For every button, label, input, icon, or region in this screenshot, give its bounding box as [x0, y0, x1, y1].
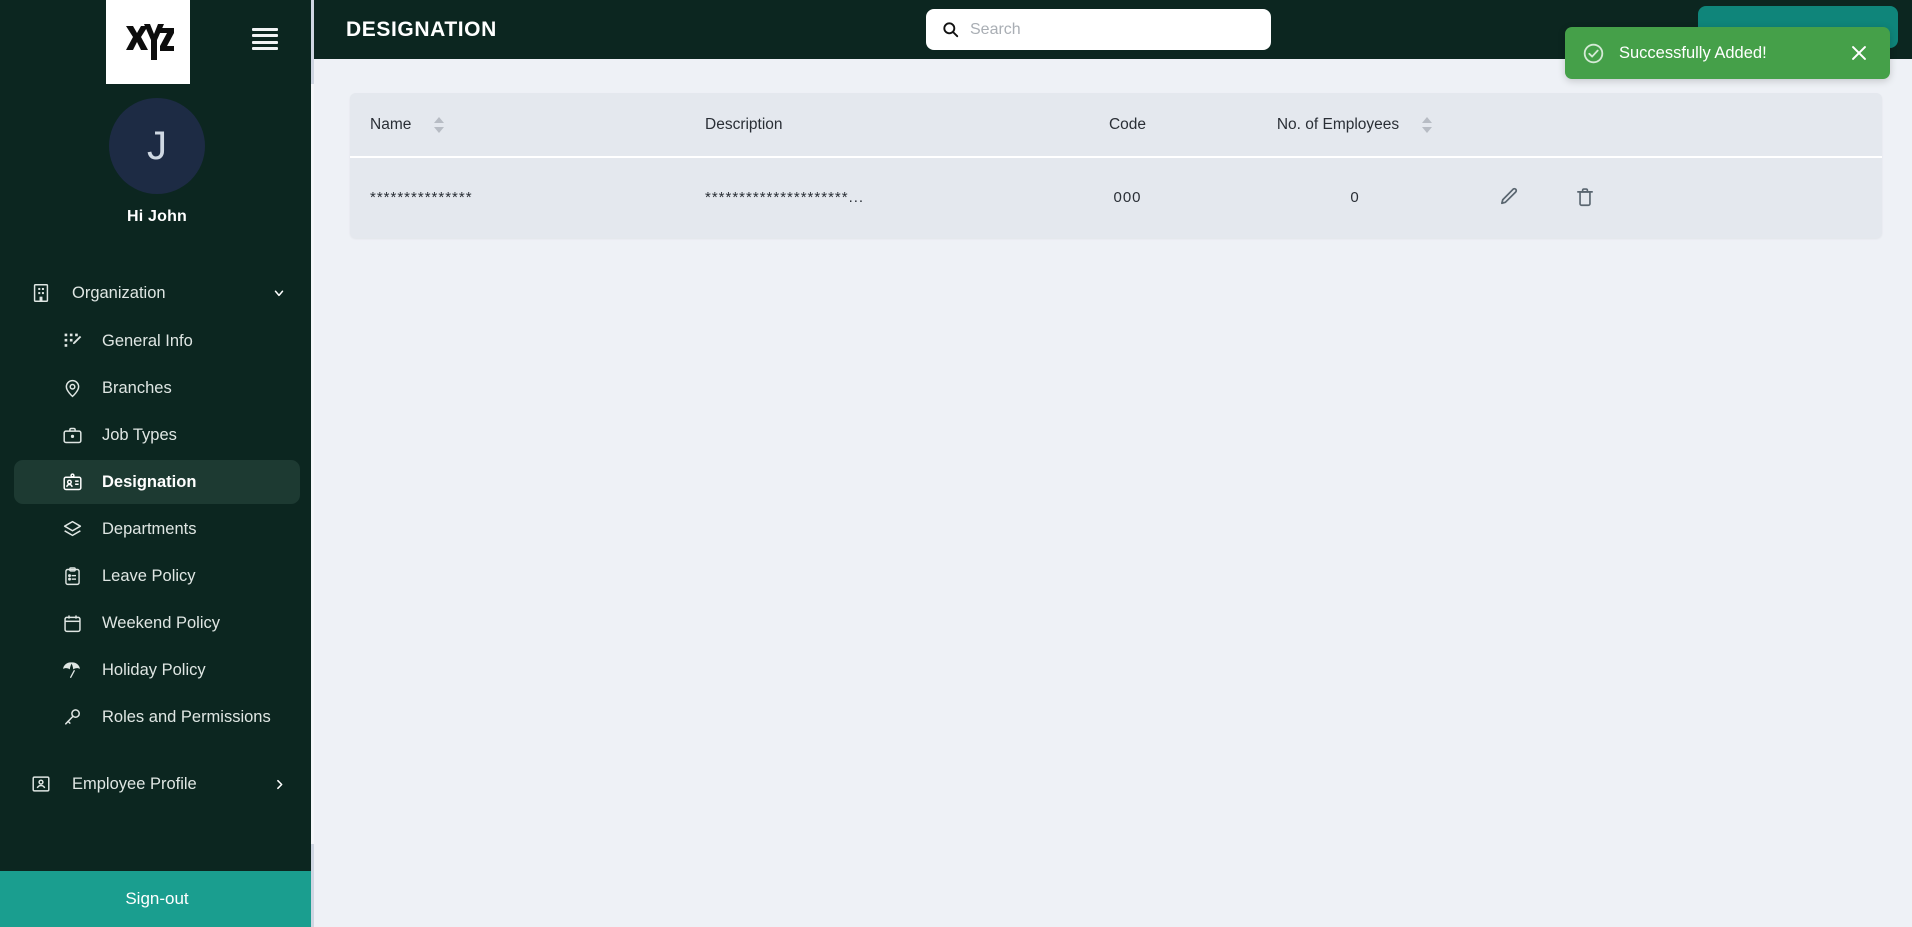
sidebar-item-general-info[interactable]: General Info: [14, 319, 300, 363]
building-icon: [28, 280, 54, 306]
page-title: DESIGNATION: [346, 17, 497, 41]
column-label: Name: [370, 116, 412, 133]
search-input[interactable]: [970, 20, 1257, 39]
delete-row-button[interactable]: [1572, 184, 1598, 210]
sidebar-item-holiday-policy[interactable]: Holiday Policy: [14, 648, 300, 692]
sidebar-item-leave-policy[interactable]: Leave Policy: [14, 554, 300, 598]
xyz-logo-icon: [126, 24, 174, 60]
column-header-employees[interactable]: No. of Employees: [1220, 93, 1490, 157]
sidebar-scroll-area: J Hi John Organization General Info Bran…: [0, 0, 314, 871]
sidebar-group-employee-profile[interactable]: Employee Profile: [0, 761, 314, 807]
sidebar: J Hi John Organization General Info Bran…: [0, 0, 314, 927]
avatar[interactable]: J: [109, 98, 205, 194]
column-header-name[interactable]: Name: [350, 93, 705, 157]
grid-edit-icon: [59, 328, 85, 354]
sidebar-item-label: General Info: [102, 331, 193, 350]
sort-arrows-icon[interactable]: [433, 116, 445, 134]
user-panel: J Hi John: [0, 98, 314, 226]
check-circle-icon: [1581, 41, 1605, 65]
briefcase-icon: [59, 422, 85, 448]
table-body: *************** *********************...…: [350, 156, 1882, 238]
cell-name: ***************: [350, 156, 705, 238]
cell-employees: 0: [1220, 156, 1490, 238]
toast-notification: Successfully Added!: [1565, 27, 1890, 79]
sign-out-label: Sign-out: [125, 889, 189, 908]
sidebar-item-branches[interactable]: Branches: [14, 366, 300, 410]
hamburger-menu-icon[interactable]: [252, 28, 278, 50]
sidebar-item-label: Job Types: [102, 425, 177, 444]
sidebar-item-label: Weekend Policy: [102, 613, 221, 632]
chevron-right-icon[interactable]: [270, 775, 288, 793]
sidebar-item-job-types[interactable]: Job Types: [14, 413, 300, 457]
close-icon[interactable]: [1846, 40, 1872, 66]
sidebar-item-label: Departments: [102, 519, 197, 538]
sidebar-item-designation[interactable]: Designation: [14, 460, 300, 504]
id-badge-icon: [59, 469, 85, 495]
sidebar-item-departments[interactable]: Departments: [14, 507, 300, 551]
sidebar-group-label: Employee Profile: [72, 774, 197, 793]
sort-arrows-icon[interactable]: [1421, 116, 1433, 134]
cell-code: 000: [1035, 156, 1220, 238]
column-label: Code: [1108, 116, 1147, 133]
sidebar-item-label: Roles and Permissions: [102, 707, 271, 726]
sidebar-group-organization[interactable]: Organization: [0, 270, 314, 316]
layers-icon: [59, 516, 85, 542]
main-content: Name Description Code No. of Employees *…: [314, 59, 1912, 927]
beach-umbrella-icon: [59, 657, 85, 683]
sidebar-group-label: Organization: [72, 283, 166, 302]
cell-actions: [1490, 156, 1882, 238]
sidebar-item-roles-and-permissions[interactable]: Roles and Permissions: [14, 695, 300, 739]
key-icon: [59, 704, 85, 730]
sidebar-header: [0, 0, 314, 84]
calendar-icon: [59, 610, 85, 636]
column-label: Description: [705, 116, 783, 133]
sidebar-nav: Organization General Info Branches Job T…: [0, 270, 314, 807]
edit-row-button[interactable]: [1496, 184, 1522, 210]
sidebar-item-label: Leave Policy: [102, 566, 196, 585]
clipboard-list-icon: [59, 563, 85, 589]
column-label: No. of Employees: [1276, 116, 1400, 133]
brand-logo[interactable]: [106, 0, 190, 84]
designation-table-card: Name Description Code No. of Employees *…: [350, 93, 1882, 238]
chevron-down-icon[interactable]: [270, 284, 288, 302]
sidebar-item-label: Designation: [102, 472, 197, 491]
column-header-actions: [1490, 93, 1882, 157]
search-icon: [940, 20, 960, 40]
user-greeting: Hi John: [126, 208, 188, 225]
sidebar-item-label: Branches: [102, 378, 172, 397]
column-header-code: Code: [1035, 93, 1220, 157]
table-row[interactable]: *************** *********************...…: [350, 156, 1882, 238]
user-card-icon: [28, 771, 54, 797]
search-box[interactable]: [926, 9, 1271, 50]
designation-table: Name Description Code No. of Employees *…: [350, 93, 1882, 238]
toast-message: Successfully Added!: [1619, 43, 1767, 62]
sign-out-button[interactable]: Sign-out: [0, 871, 314, 927]
table-header-row: Name Description Code No. of Employees: [350, 93, 1882, 157]
column-header-description: Description: [705, 93, 1035, 157]
location-pin-icon: [59, 375, 85, 401]
cell-description: *********************...: [705, 156, 1035, 238]
sidebar-item-weekend-policy[interactable]: Weekend Policy: [14, 601, 300, 645]
table-head: Name Description Code No. of Employees: [350, 93, 1882, 157]
sidebar-item-label: Holiday Policy: [102, 660, 206, 679]
